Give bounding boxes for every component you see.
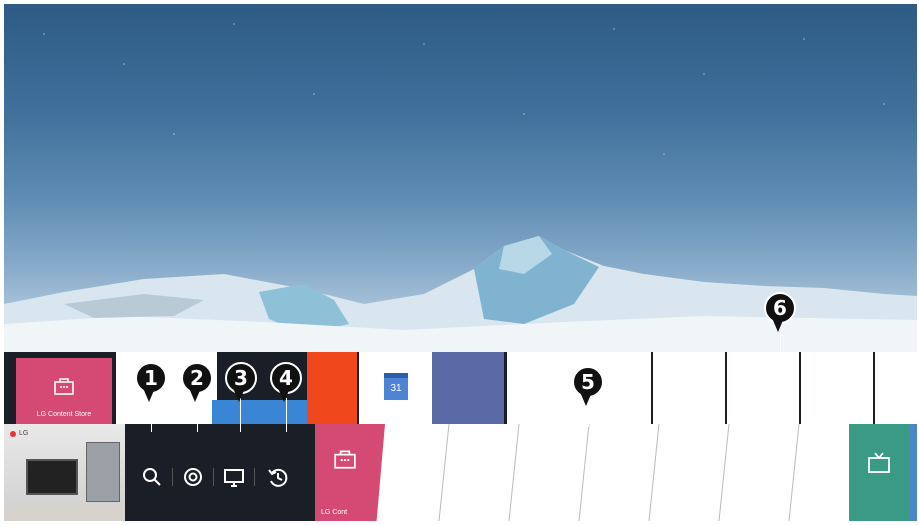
tv-home-screen: LG Content Store 31 LG LG Cont 1 2 3 4 5… <box>0 0 919 525</box>
tv-icon <box>868 452 890 473</box>
divider <box>213 468 214 486</box>
divider <box>172 468 173 486</box>
callout-6: 6 <box>764 292 796 332</box>
live-tv-tile[interactable] <box>849 424 909 521</box>
callout-2: 2 <box>181 362 213 402</box>
app-card[interactable] <box>799 424 844 521</box>
settings-icon[interactable] <box>180 464 206 490</box>
search-icon[interactable] <box>139 464 165 490</box>
recent-app-tile[interactable] <box>307 352 357 424</box>
callout-3: 3 <box>225 362 257 402</box>
app-card[interactable] <box>519 424 584 521</box>
lg-content-store-button[interactable]: LG Cont <box>315 424 385 521</box>
callout-5: 5 <box>572 366 604 406</box>
divider <box>254 468 255 486</box>
lg-content-store-label: LG Content Store <box>36 411 92 418</box>
launcher-toolbar <box>125 424 315 521</box>
callout-1: 1 <box>135 362 167 402</box>
recent-app-tile[interactable] <box>212 400 307 424</box>
calendar-app-tile[interactable]: 31 <box>357 352 432 424</box>
recent-app-tile[interactable] <box>873 352 917 424</box>
app-card-edge[interactable] <box>909 424 917 521</box>
store-icon <box>334 450 356 469</box>
callout-leader <box>588 405 589 427</box>
callout-leader <box>286 398 287 432</box>
lg-content-store-tile[interactable]: LG Content Store <box>16 358 112 424</box>
featured-content-thumbnail[interactable]: LG <box>4 424 125 521</box>
app-card[interactable] <box>449 424 514 521</box>
recent-app-tile[interactable] <box>432 352 504 424</box>
app-card[interactable] <box>659 424 724 521</box>
recent-app-tile[interactable] <box>725 352 799 424</box>
lg-store-button-label: LG Cont <box>321 509 348 516</box>
callout-leader <box>151 398 152 432</box>
app-card[interactable] <box>729 424 794 521</box>
lg-logo-icon <box>10 430 16 437</box>
refrigerator-image <box>86 442 120 502</box>
calendar-day: 31 <box>384 378 408 400</box>
callout-leader <box>197 398 198 432</box>
recent-app-tile[interactable] <box>651 352 725 424</box>
app-card[interactable] <box>385 424 445 521</box>
launcher-bar: LG LG Cont <box>4 424 917 521</box>
app-card[interactable] <box>589 424 654 521</box>
callout-4: 4 <box>270 362 302 402</box>
tv-image <box>26 459 78 495</box>
brand-logo: LG <box>10 430 28 437</box>
callout-leader <box>240 398 241 432</box>
store-icon <box>54 378 74 395</box>
recent-icon[interactable] <box>265 464 291 490</box>
room-floor <box>4 505 125 521</box>
brand-label: LG <box>19 430 29 437</box>
recent-app-tile[interactable] <box>799 352 873 424</box>
input-icon[interactable] <box>221 464 247 490</box>
callout-leader <box>780 330 781 352</box>
